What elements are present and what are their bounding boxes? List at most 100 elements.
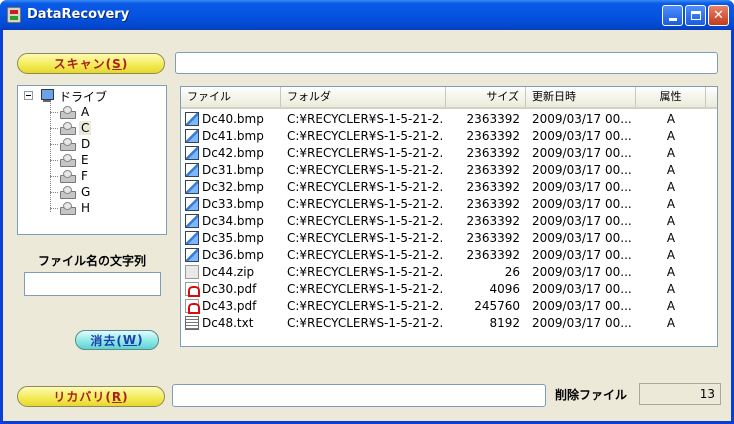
file-name-cell-text: Dc48.txt	[202, 316, 254, 330]
minimize-button[interactable]	[662, 5, 683, 26]
date-cell: 2009/03/17 00...	[532, 264, 636, 281]
table-row[interactable]: Dc32.bmp C:¥RECYCLER¥S-1-5-21-2... 2363392…	[181, 179, 717, 196]
attribute-cell-text: A	[666, 231, 676, 245]
tree-item-label: E	[81, 153, 89, 167]
column-header-file[interactable]: ファイル	[181, 87, 281, 107]
attribute-cell: A	[636, 247, 706, 264]
deleted-files-label: 削除ファイル	[555, 388, 628, 402]
tree-item-drive-f[interactable]: F	[58, 168, 90, 184]
tree-root-drives[interactable]: ドライブ	[40, 88, 109, 104]
scan-button[interactable]: スキャン(S)	[17, 53, 165, 74]
scan-button-suffix: )	[121, 56, 129, 71]
size-cell: 2363392	[446, 128, 520, 145]
folder-cell: C:¥RECYCLER¥S-1-5-21-2...	[287, 145, 442, 162]
table-row[interactable]: Dc30.pdf C:¥RECYCLER¥S-1-5-21-2... 4096 200…	[181, 281, 717, 298]
tree-item-drive-g[interactable]: G	[58, 184, 92, 200]
file-name-cell-text: Dc41.bmp	[202, 129, 264, 143]
recover-path-field[interactable]	[172, 384, 546, 407]
scan-button-mnemonic: S	[112, 56, 122, 71]
table-row[interactable]: Dc43.pdf C:¥RECYCLER¥S-1-5-21-2... 245760 2…	[181, 298, 717, 315]
file-name-cell: Dc35.bmp	[185, 230, 281, 247]
date-cell: 2009/03/17 00...	[532, 315, 636, 332]
attribute-cell-text: A	[666, 163, 676, 177]
size-cell: 2363392	[446, 230, 520, 247]
minimize-icon	[668, 18, 677, 21]
drive-icon	[58, 185, 76, 199]
file-name-cell: Dc43.pdf	[185, 298, 281, 315]
size-cell-text: 26	[504, 265, 520, 279]
title-bar[interactable]: DataRecovery ✕	[0, 0, 734, 30]
table-row[interactable]: Dc44.zip C:¥RECYCLER¥S-1-5-21-2... 26 2009/…	[181, 264, 717, 281]
table-row[interactable]: Dc36.bmp C:¥RECYCLER¥S-1-5-21-2... 2363392…	[181, 247, 717, 264]
date-cell-text: 2009/03/17 00...	[532, 180, 632, 194]
date-cell-text: 2009/03/17 00...	[532, 214, 632, 228]
attribute-cell-text: A	[666, 316, 676, 330]
computer-icon	[40, 89, 54, 103]
tree-item-drive-h[interactable]: H	[58, 200, 92, 216]
folder-cell-text: C:¥RECYCLER¥S-1-5-21-2...	[287, 282, 442, 296]
filter-input[interactable]	[24, 272, 161, 296]
table-row[interactable]: Dc33.bmp C:¥RECYCLER¥S-1-5-21-2... 2363392…	[181, 196, 717, 213]
date-cell: 2009/03/17 00...	[532, 213, 636, 230]
tree-item-drive-c[interactable]: C	[58, 120, 92, 136]
drive-icon	[58, 201, 76, 215]
drive-icon	[58, 137, 76, 151]
table-row[interactable]: Dc42.bmp C:¥RECYCLER¥S-1-5-21-2... 2363392…	[181, 145, 717, 162]
column-header-attribute[interactable]: 属性	[636, 87, 706, 107]
tree-connector	[50, 176, 58, 177]
tree-item-drive-d[interactable]: D	[58, 136, 92, 152]
clear-button-suffix: )	[137, 333, 144, 347]
maximize-button[interactable]	[685, 5, 706, 26]
clear-button[interactable]: 消去(W)	[75, 330, 159, 350]
tree-item-drive-a[interactable]: A	[58, 104, 91, 120]
column-header-date[interactable]: 更新日時	[526, 87, 636, 107]
client-area: スキャン(S) ドライブ ACDEFGH ファイル名の文字列 消去(W) ファイ…	[3, 30, 731, 421]
file-name-cell: Dc36.bmp	[185, 247, 281, 264]
attribute-cell-text: A	[666, 129, 676, 143]
recover-button-mnemonic: R	[111, 389, 123, 404]
recover-button[interactable]: リカバリ(R)	[17, 386, 165, 407]
size-cell-text: 2363392	[466, 248, 520, 262]
attribute-cell-text: A	[666, 265, 676, 279]
filter-label: ファイル名の文字列	[37, 254, 146, 268]
scan-path-field[interactable]	[175, 52, 718, 74]
size-cell: 2363392	[446, 179, 520, 196]
size-cell: 2363392	[446, 247, 520, 264]
tree-connector	[50, 128, 58, 129]
date-cell-text: 2009/03/17 00...	[532, 248, 632, 262]
file-name-cell-text: Dc40.bmp	[202, 112, 264, 126]
file-name-cell: Dc40.bmp	[185, 111, 281, 128]
tree-collapse-icon[interactable]	[24, 91, 33, 100]
table-row[interactable]: Dc35.bmp C:¥RECYCLER¥S-1-5-21-2... 2363392…	[181, 230, 717, 247]
app-window: DataRecovery ✕ スキャン(S) ドライブ ACDEFGH ファイル…	[0, 0, 734, 424]
folder-cell-text: C:¥RECYCLER¥S-1-5-21-2...	[287, 112, 442, 126]
table-row[interactable]: Dc41.bmp C:¥RECYCLER¥S-1-5-21-2... 2363392…	[181, 128, 717, 145]
attribute-cell-text: A	[666, 112, 676, 126]
folder-cell: C:¥RECYCLER¥S-1-5-21-2...	[287, 264, 442, 281]
folder-cell: C:¥RECYCLER¥S-1-5-21-2...	[287, 179, 442, 196]
attribute-cell: A	[636, 145, 706, 162]
attribute-cell: A	[636, 315, 706, 332]
drive-tree[interactable]: ドライブ ACDEFGH	[17, 85, 167, 235]
column-header-size[interactable]: サイズ	[446, 87, 526, 107]
table-row[interactable]: Dc34.bmp C:¥RECYCLER¥S-1-5-21-2... 2363392…	[181, 213, 717, 230]
file-name-cell-text: Dc34.bmp	[202, 214, 264, 228]
file-list[interactable]: ファイル フォルダ サイズ 更新日時 属性 Dc40.bmp C:¥RECYCLE…	[180, 86, 718, 347]
column-header-folder[interactable]: フォルダ	[281, 87, 446, 107]
folder-cell-text: C:¥RECYCLER¥S-1-5-21-2...	[287, 197, 442, 211]
table-row[interactable]: Dc40.bmp C:¥RECYCLER¥S-1-5-21-2... 2363392…	[181, 111, 717, 128]
tree-connector	[50, 160, 58, 161]
table-row[interactable]: Dc48.txt C:¥RECYCLER¥S-1-5-21-2... 8192 200…	[181, 315, 717, 332]
tree-connector	[50, 208, 58, 209]
folder-cell: C:¥RECYCLER¥S-1-5-21-2...	[287, 213, 442, 230]
clear-button-mnemonic: W	[122, 333, 138, 347]
size-cell: 245760	[446, 298, 520, 315]
close-button[interactable]: ✕	[708, 5, 729, 26]
tree-connector	[50, 192, 58, 193]
tree-item-drive-e[interactable]: E	[58, 152, 91, 168]
size-cell-text: 8192	[489, 316, 520, 330]
table-row[interactable]: Dc31.bmp C:¥RECYCLER¥S-1-5-21-2... 2363392…	[181, 162, 717, 179]
size-cell-text: 2363392	[466, 146, 520, 160]
size-cell: 2363392	[446, 145, 520, 162]
drive-icon	[58, 169, 76, 183]
